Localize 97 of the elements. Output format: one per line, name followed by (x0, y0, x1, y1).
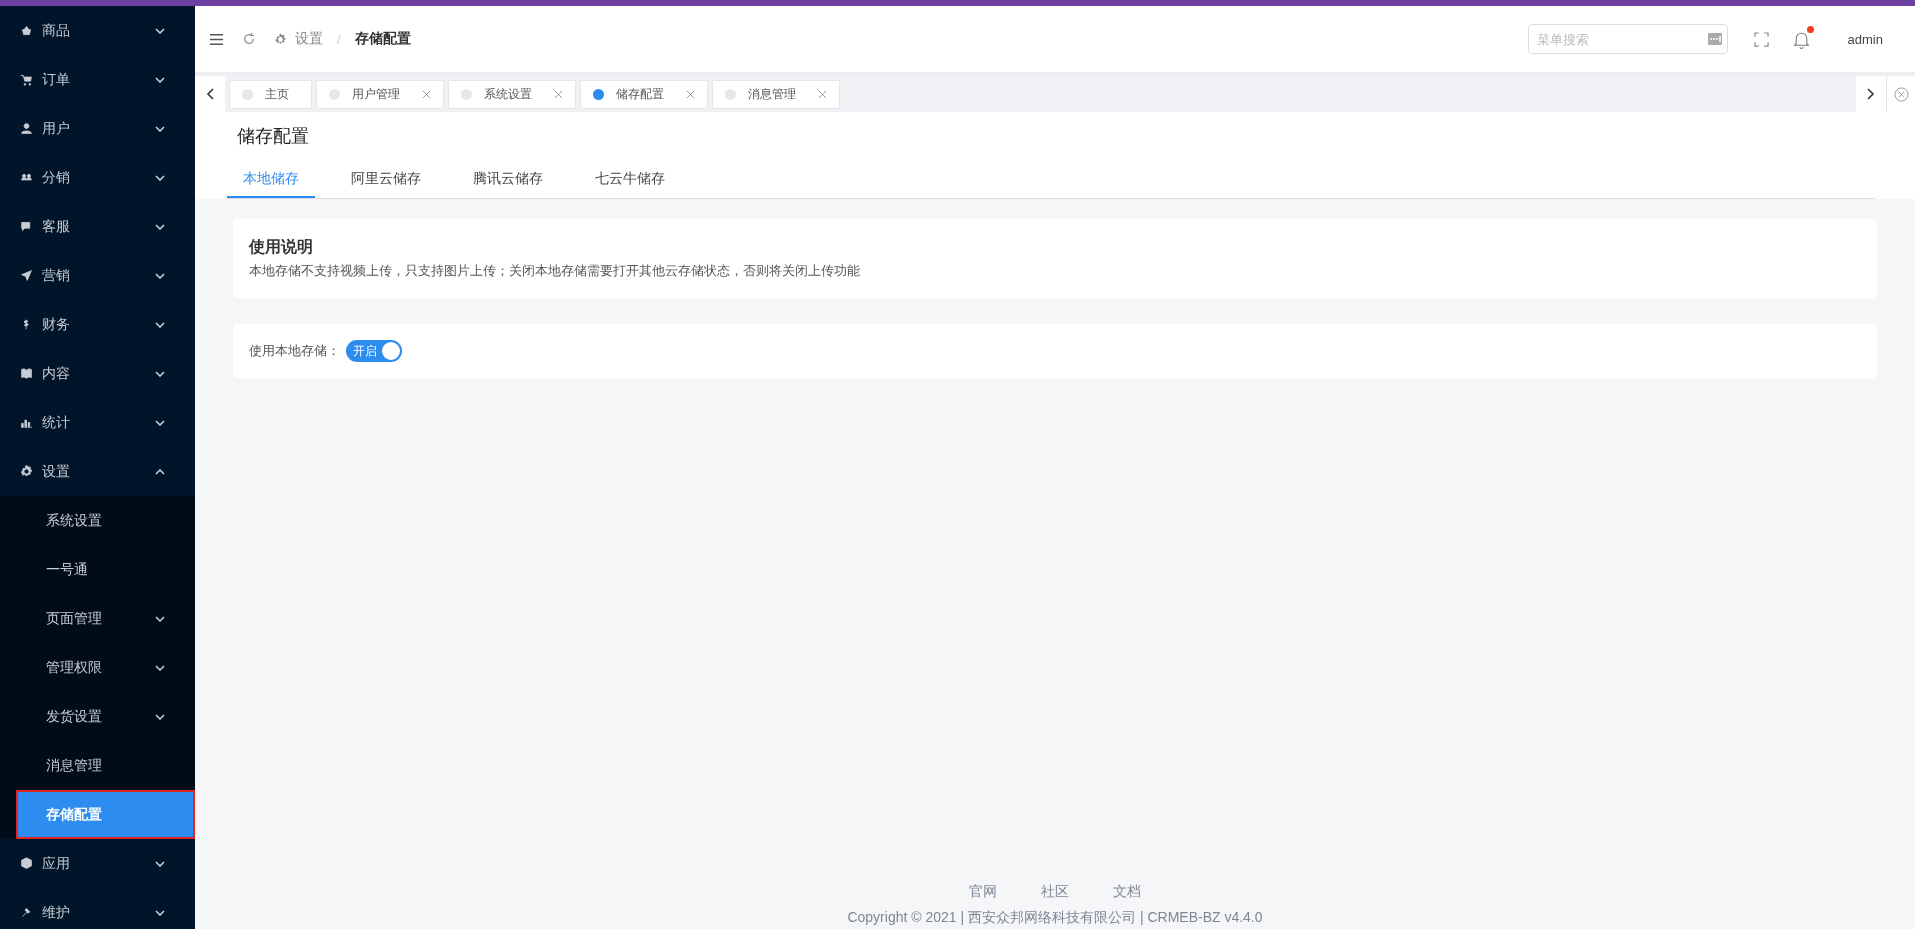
setting-label: 使用本地存储： (249, 342, 340, 360)
chevron-icon (155, 125, 165, 132)
chevron-right-icon (1867, 88, 1875, 100)
menu-label: 客服 (42, 217, 71, 236)
chevron-icon (155, 860, 165, 867)
tab-status-dot (329, 88, 340, 100)
chevron-icon (155, 27, 165, 34)
fullscreen-icon[interactable] (1753, 31, 1769, 47)
tab-status-dot (725, 88, 736, 100)
close-icon[interactable] (818, 89, 827, 99)
footer-link[interactable]: 官网 (969, 883, 997, 901)
submenu-label: 发货设置 (46, 707, 102, 726)
submenu-label: 系统设置 (46, 511, 102, 530)
menu-label: 分销 (42, 168, 71, 187)
submenu-label: 存储配置 (46, 805, 102, 824)
scroll-left-button[interactable] (195, 76, 225, 112)
menu-item[interactable]: 商品 (0, 6, 195, 55)
menu-item[interactable]: 用户 (0, 104, 195, 153)
tab-label: 储存配置 (616, 85, 664, 103)
close-icon[interactable] (554, 89, 563, 99)
chevron-icon (155, 909, 165, 916)
scroll-right-button[interactable] (1856, 76, 1887, 112)
storage-tab[interactable]: 腾讯云储存 (457, 160, 559, 198)
chevron-icon (155, 468, 165, 475)
menu-label: 内容 (42, 364, 71, 383)
submenu-item[interactable]: 发货设置 (0, 692, 195, 741)
menu-item[interactable]: 设置 (0, 447, 195, 496)
page-tab[interactable]: 储存配置 (580, 79, 708, 109)
notice-title: 使用说明 (249, 237, 314, 257)
menu-item[interactable]: 内容 (0, 349, 195, 398)
breadcrumb-separator: / (337, 31, 341, 47)
tab-label: 系统设置 (484, 85, 532, 103)
submenu-item[interactable]: 管理权限 (0, 643, 195, 692)
chevron-icon (155, 615, 165, 622)
submenu-label: 消息管理 (46, 756, 102, 775)
close-circle-icon (1893, 86, 1909, 102)
chevron-icon (155, 272, 165, 279)
notice-text: 本地存储不支持视频上传，只支持图片上传；关闭本地存储需要打开其他云存储状态，否则将关闭上传功能 (249, 262, 861, 280)
user-name[interactable]: admin (1847, 31, 1883, 47)
storage-tab[interactable]: 阿里云储存 (335, 160, 437, 198)
menu-item[interactable]: 财务 (0, 300, 195, 349)
chevron-icon (155, 713, 165, 720)
chevron-icon (155, 76, 165, 83)
menu-item[interactable]: 客服 (0, 202, 195, 251)
chevron-icon (155, 664, 165, 671)
menu-item[interactable]: 维护 (0, 888, 195, 929)
breadcrumb-link[interactable]: 设置 (295, 30, 323, 48)
submenu-label: 一号通 (46, 560, 88, 579)
submenu-item[interactable]: 页面管理 (0, 594, 195, 643)
chevron-icon (155, 419, 165, 426)
menu-item[interactable]: 订单 (0, 55, 195, 104)
chevron-icon (155, 370, 165, 377)
menu-label: 用户 (42, 119, 71, 138)
submenu-item[interactable]: 消息管理 (0, 741, 195, 790)
tab-status-dot (242, 88, 253, 100)
page-title: 储存配置 (236, 125, 310, 148)
chevron-icon (155, 174, 165, 181)
storage-tab[interactable]: 本地储存 (227, 160, 315, 198)
menu-label: 应用 (42, 854, 71, 873)
storage-tab[interactable]: 七云牛储存 (579, 160, 681, 198)
menu-label: 维护 (42, 903, 71, 922)
submenu-item[interactable]: 系统设置 (0, 496, 195, 545)
tab-label: 用户管理 (352, 85, 400, 103)
chevron-icon (155, 223, 165, 230)
tab-status-dot (593, 88, 604, 100)
page-tab[interactable]: 主页 (229, 79, 312, 109)
chevron-left-icon (206, 88, 214, 100)
tab-label: 主页 (265, 85, 289, 103)
chevron-icon (155, 321, 165, 328)
submenu-label: 页面管理 (46, 609, 102, 628)
tab-label: 消息管理 (748, 85, 796, 103)
search-field[interactable]: 菜单搜索 (1527, 24, 1728, 54)
page-tab[interactable]: 消息管理 (712, 79, 840, 109)
close-icon[interactable] (686, 89, 695, 99)
menu-item[interactable]: 营销 (0, 251, 195, 300)
copyright-text: Copyright © 2021 | 西安众邦网络科技有限公司 | CRMEB-BZ v4.4.0 (846, 909, 1264, 927)
breadcrumb-current: 存储配置 (354, 30, 411, 48)
menu-label: 统计 (42, 413, 71, 432)
page-tab[interactable]: 用户管理 (316, 79, 444, 109)
refresh-icon[interactable] (242, 32, 256, 46)
menu-item[interactable]: 分销 (0, 153, 195, 202)
footer-link[interactable]: 文档 (1113, 883, 1141, 901)
submenu-item[interactable]: 一号通 (0, 545, 195, 594)
settings-icon (274, 32, 287, 46)
menu-item[interactable]: 统计 (0, 398, 195, 447)
menu-label: 商品 (42, 21, 71, 40)
menu-label: 营销 (42, 266, 71, 285)
menu-label: 设置 (42, 462, 71, 481)
submenu-label: 管理权限 (46, 658, 102, 677)
menu-label: 订单 (42, 70, 71, 89)
page-tab[interactable]: 系统设置 (448, 79, 576, 109)
close-icon[interactable] (422, 89, 431, 99)
menu-item[interactable]: 应用 (0, 839, 195, 888)
close-all-button[interactable] (1887, 76, 1915, 112)
footer-link[interactable]: 社区 (1041, 883, 1069, 901)
tab-status-dot (461, 88, 472, 100)
menu-label: 财务 (42, 315, 71, 334)
